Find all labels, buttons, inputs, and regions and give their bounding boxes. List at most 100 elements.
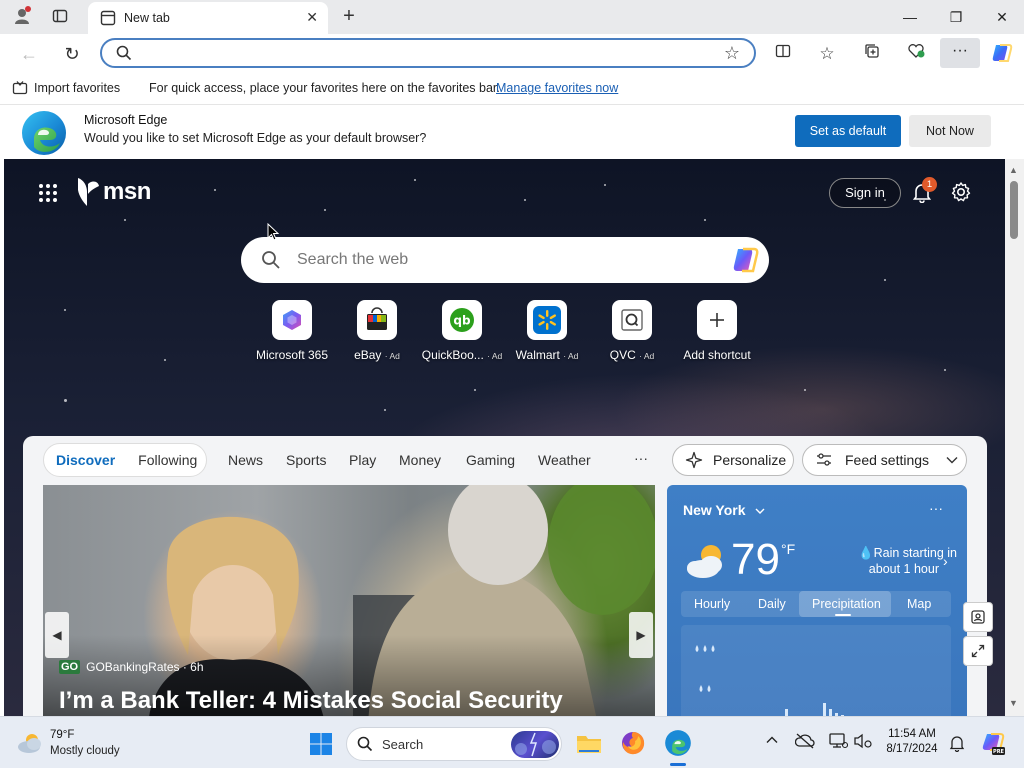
msn-logo-text: msn (103, 178, 151, 205)
temperature-unit: °F (781, 541, 796, 557)
tab-following[interactable]: Following (138, 452, 197, 468)
shortcut-add[interactable]: Add shortcut (674, 300, 760, 362)
import-favorites-button[interactable]: Import favorites (34, 81, 120, 95)
close-window-button[interactable]: ✕ (990, 6, 1014, 28)
tab-weather[interactable]: Weather (538, 452, 591, 468)
weather-alert[interactable]: 💧Rain starting in about 1 hour (837, 545, 957, 577)
settings-and-more-button[interactable]: ··· (940, 38, 980, 68)
notification-badge: 1 (922, 177, 937, 192)
address-bar[interactable]: ☆ (100, 38, 756, 68)
location-label: New York (683, 502, 746, 518)
tabs-more-button[interactable]: ··· (634, 450, 648, 466)
copilot-taskbar-icon[interactable]: PRE (980, 730, 1006, 756)
tab-sports[interactable]: Sports (286, 452, 326, 468)
scroll-down-arrow[interactable]: ▼ (1009, 698, 1018, 708)
weather-tab-map[interactable]: Map (907, 597, 931, 611)
featured-article[interactable]: ◀ ▶ GO GOBankingRates · 6h I’m a Bank Te… (43, 485, 655, 716)
split-screen-icon[interactable] (772, 43, 794, 65)
tab-money[interactable]: Money (399, 452, 441, 468)
feed-settings-sliders-icon (815, 451, 833, 469)
sign-in-button[interactable]: Sign in (829, 178, 901, 208)
mouse-cursor (267, 222, 280, 241)
refresh-button[interactable]: ↻ (61, 43, 83, 65)
favorite-star-icon[interactable]: ☆ (724, 43, 740, 64)
weather-tab-hourly[interactable]: Hourly (694, 597, 730, 611)
carousel-prev-button[interactable]: ◀ (45, 612, 69, 658)
clock-date: 8/17/2024 (886, 743, 938, 755)
back-button[interactable]: ← (18, 43, 40, 65)
feed-settings-button[interactable]: Feed settings (802, 444, 967, 476)
favorites-bar-message: For quick access, place your favorites h… (149, 81, 500, 95)
minimize-button[interactable]: — (898, 6, 922, 28)
restore-button[interactable]: ❐ (944, 6, 968, 28)
edge-taskbar-icon[interactable] (664, 729, 692, 757)
taskbar-search-label: Search (382, 737, 424, 752)
tab-play[interactable]: Play (349, 452, 376, 468)
shortcut-qvc[interactable]: QVC · Ad (589, 300, 675, 362)
taskbar-search[interactable]: Search (346, 727, 562, 761)
chevron-down-icon (945, 453, 959, 467)
manage-favorites-link[interactable]: Manage favorites now (496, 81, 618, 95)
weather-location[interactable]: New York (683, 502, 766, 518)
clock[interactable]: 11:54 AM 8/17/2024 (880, 728, 944, 755)
ebay-icon (357, 300, 397, 340)
weather-tab-daily[interactable]: Daily (758, 597, 786, 611)
source-logo: GO (59, 660, 81, 674)
shortcut-quickbooks[interactable]: qb QuickBoo... · Ad (419, 300, 505, 362)
tab-gaming[interactable]: Gaming (466, 452, 515, 468)
shortcut-walmart[interactable]: Walmart · Ad (504, 300, 590, 362)
weather-tab-precipitation[interactable]: Precipitation (812, 597, 881, 611)
notification-bell-icon[interactable] (948, 734, 966, 753)
display-icon[interactable] (828, 732, 849, 750)
article-headline[interactable]: I’m a Bank Teller: 4 Mistakes Social Sec… (59, 687, 563, 715)
carousel-next-button[interactable]: ▶ (629, 612, 653, 658)
scroll-thumb[interactable] (1010, 181, 1018, 239)
speaker-settings-icon[interactable] (853, 732, 873, 750)
page-scrollbar[interactable]: ▲ ▼ (1005, 159, 1024, 716)
msn-logo[interactable]: msn (75, 176, 151, 208)
firefox-icon[interactable] (620, 730, 646, 756)
onedrive-offline-icon[interactable] (794, 732, 815, 750)
banner-title: Microsoft Edge (84, 113, 168, 127)
windows-logo-icon (310, 733, 332, 755)
set-as-default-button[interactable]: Set as default (795, 115, 901, 147)
copilot-icon[interactable] (990, 41, 1014, 65)
tab-new-tab[interactable]: New tab ✕ (88, 2, 328, 34)
microsoft365-icon (272, 300, 312, 340)
feed-settings-label: Feed settings (845, 452, 930, 468)
file-explorer-icon[interactable] (576, 731, 602, 755)
shortcut-microsoft365[interactable]: Microsoft 365 (249, 300, 335, 362)
tab-discover[interactable]: Discover (56, 452, 115, 468)
tab-title: New tab (124, 11, 170, 25)
tab-news[interactable]: News (228, 452, 263, 468)
feedback-button[interactable] (963, 602, 993, 632)
personalize-button[interactable]: Personalize (672, 444, 794, 476)
shortcut-ebay[interactable]: eBay · Ad (334, 300, 420, 362)
new-tab-button[interactable]: + (338, 5, 360, 27)
favorites-icon[interactable]: ☆ (816, 43, 838, 65)
quickbooks-icon: qb (442, 300, 482, 340)
web-search-box[interactable]: Search the web (241, 237, 769, 283)
web-search-input[interactable]: Search the web (297, 251, 408, 269)
tab-actions-icon[interactable] (52, 8, 70, 26)
taskbar-weather-widget[interactable]: 79°F Mostly cloudy (16, 727, 136, 763)
start-button[interactable] (309, 732, 333, 756)
personalize-sparkle-icon (685, 451, 703, 469)
shortcut-label: QuickBoo... (421, 348, 484, 362)
settings-gear-icon[interactable] (950, 181, 972, 203)
scroll-up-arrow[interactable]: ▲ (1009, 165, 1018, 175)
profile-icon[interactable] (12, 6, 32, 26)
shortcut-label: Walmart (515, 348, 560, 362)
close-tab-icon[interactable]: ✕ (306, 9, 318, 26)
feed-panel: Discover Following News Sports Play Mone… (23, 436, 987, 716)
collections-icon[interactable] (861, 43, 883, 65)
feed-toggle: Discover Following (43, 443, 207, 477)
apps-grid-icon[interactable] (38, 183, 58, 203)
cloudy-icon (16, 731, 44, 755)
show-hidden-icons-chevron[interactable] (765, 733, 779, 747)
browser-essentials-icon[interactable] (905, 43, 927, 65)
weather-more-button[interactable]: ··· (929, 500, 943, 516)
copilot-search-icon[interactable] (729, 245, 761, 275)
expand-button[interactable] (963, 636, 993, 666)
not-now-button[interactable]: Not Now (909, 115, 991, 147)
